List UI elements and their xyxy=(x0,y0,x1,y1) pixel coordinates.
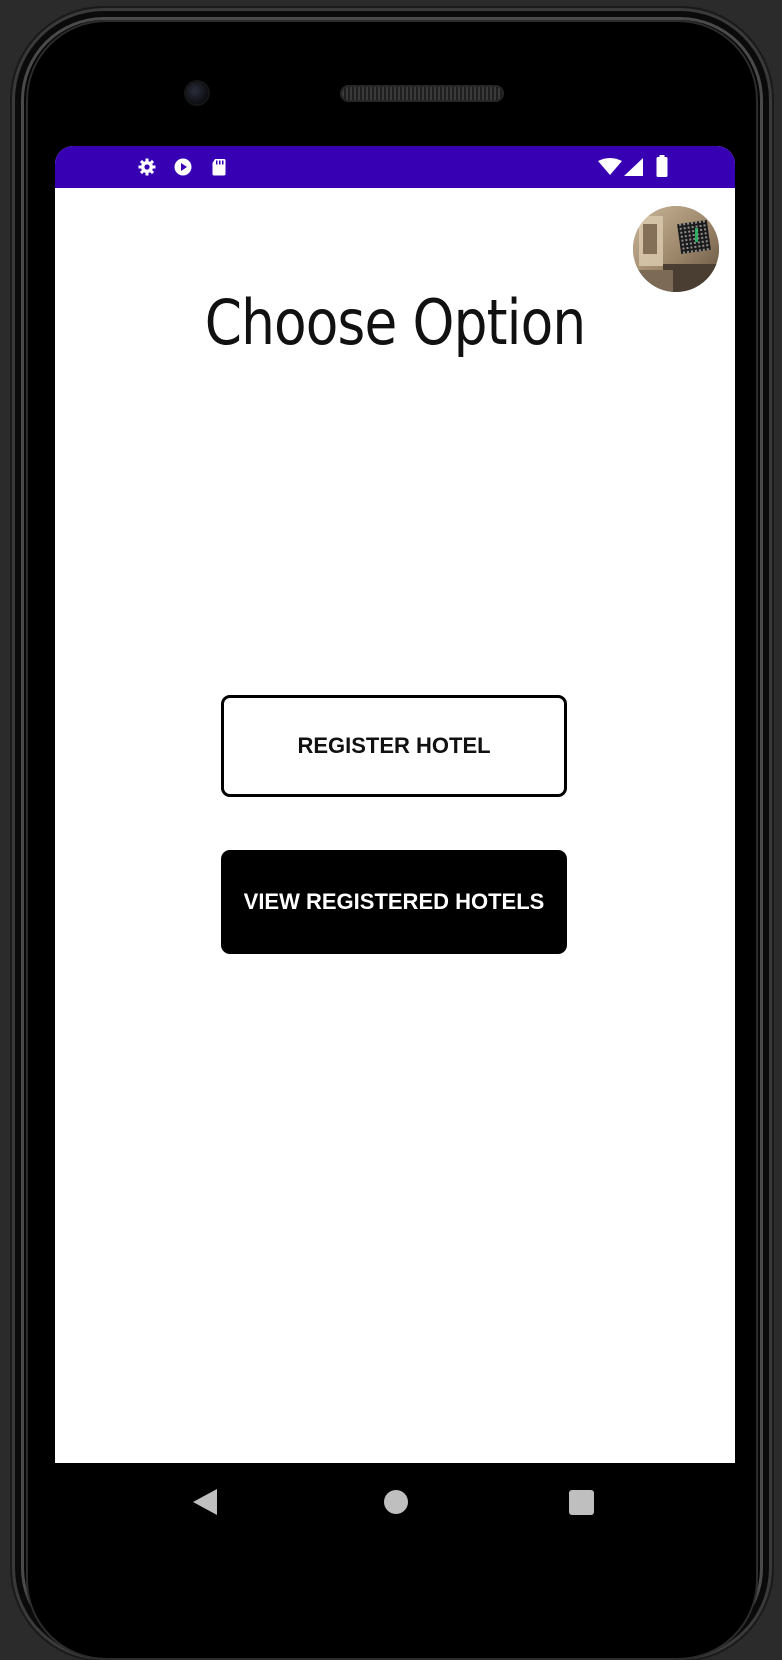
front-camera xyxy=(186,82,208,104)
battery-icon xyxy=(656,155,668,177)
play-protect-icon xyxy=(174,158,192,176)
back-icon[interactable] xyxy=(193,1489,217,1515)
emulator-frame: Choose Option REGISTER HOTEL VIEW REGIST… xyxy=(0,0,782,1660)
register-hotel-button[interactable]: REGISTER HOTEL xyxy=(221,695,567,797)
status-bar xyxy=(55,146,735,188)
app-screen: Choose Option REGISTER HOTEL VIEW REGIST… xyxy=(55,146,735,1463)
hotel-room-photo xyxy=(633,206,719,292)
settings-icon xyxy=(138,158,156,176)
view-registered-hotels-label: VIEW REGISTERED HOTELS xyxy=(243,889,545,914)
view-registered-hotels-button[interactable]: VIEW REGISTERED HOTELS xyxy=(221,850,567,954)
system-navigation-bar xyxy=(55,1463,735,1543)
sd-card-icon xyxy=(212,159,226,176)
page-title: Choose Option xyxy=(204,286,586,359)
earpiece-speaker xyxy=(342,87,502,100)
signal-icon xyxy=(624,158,643,176)
home-icon[interactable] xyxy=(384,1490,408,1514)
register-hotel-label: REGISTER HOTEL xyxy=(297,733,491,758)
wifi-icon xyxy=(598,158,622,175)
recent-apps-icon[interactable] xyxy=(569,1490,594,1515)
hotel-avatar-image[interactable] xyxy=(633,206,719,292)
